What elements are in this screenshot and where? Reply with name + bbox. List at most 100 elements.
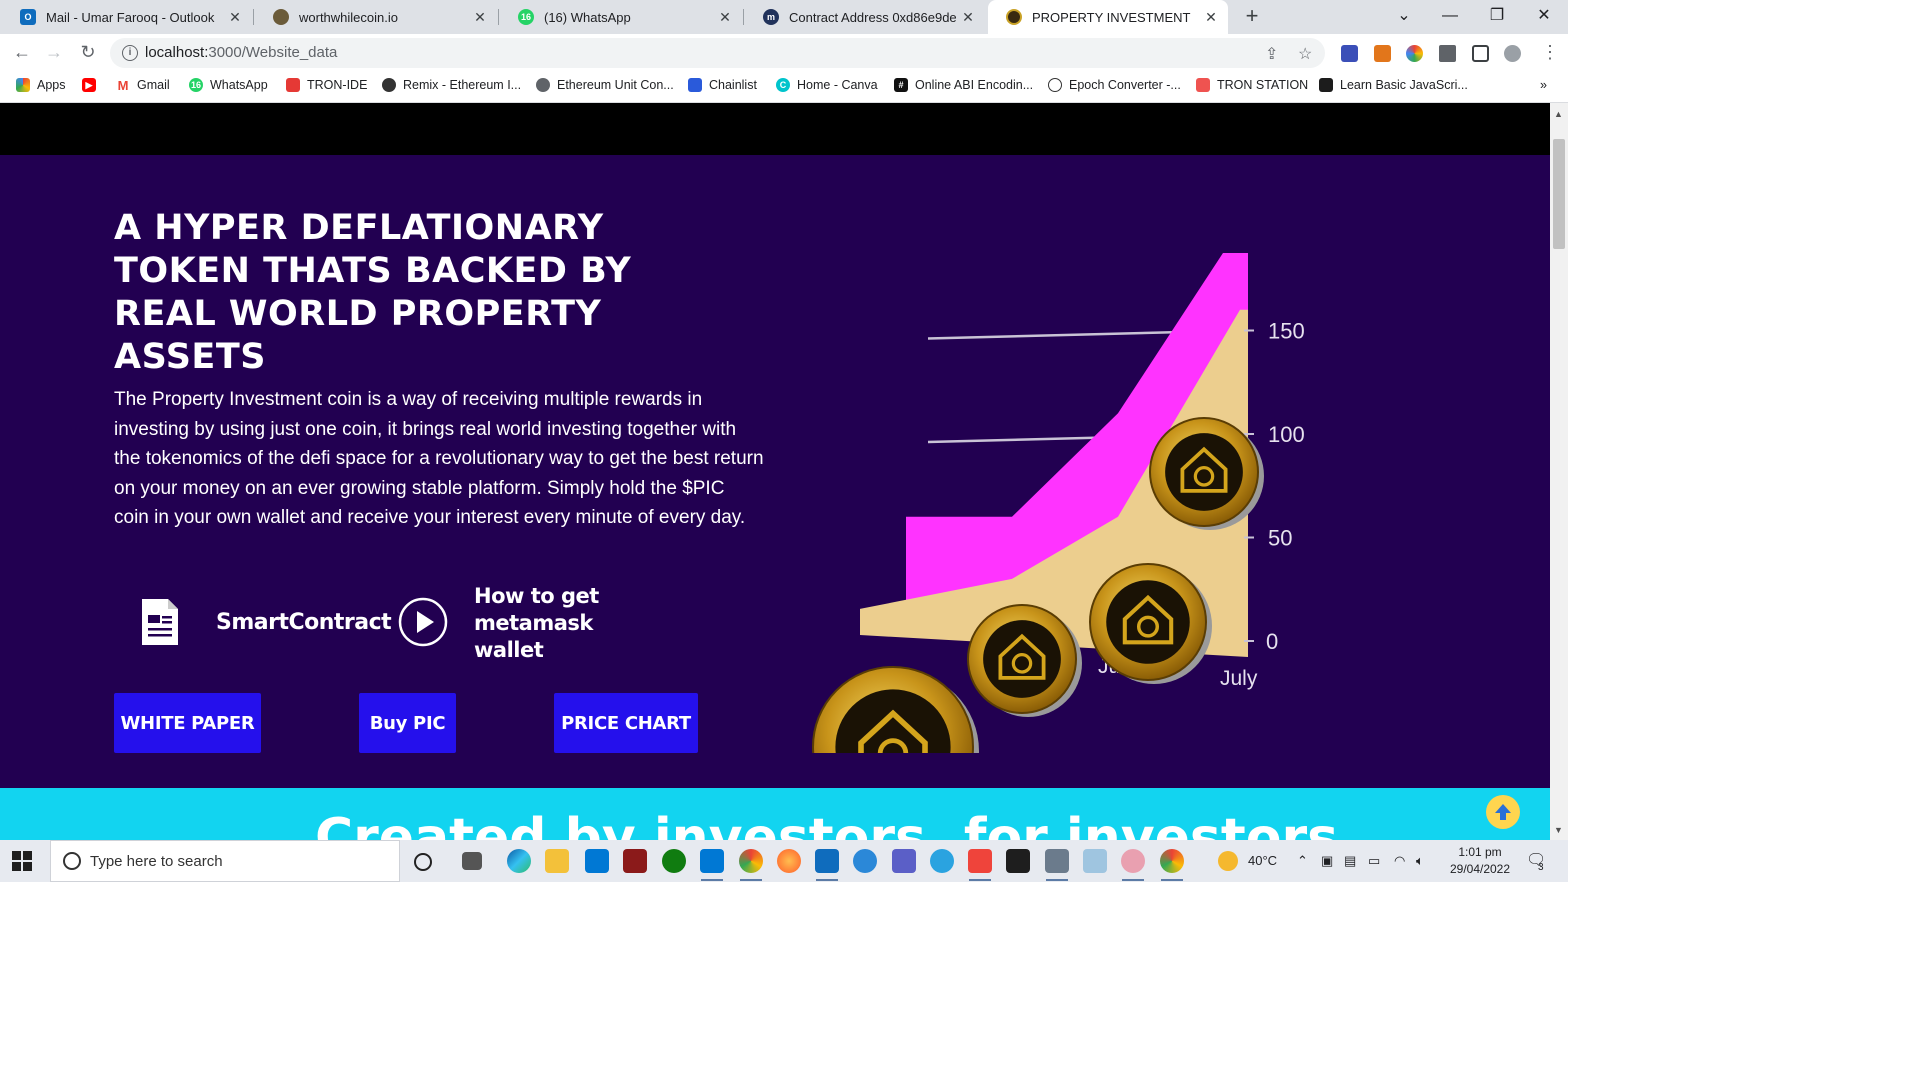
browser-toolbar: ← → ↻ i localhost:3000/Website_data ⇪ ☆ … — [0, 34, 1568, 72]
snipping-tool-icon[interactable] — [1121, 849, 1145, 873]
bookmark-gmail[interactable]: M Gmail — [116, 78, 170, 93]
bookmark-apps[interactable]: Apps — [16, 78, 66, 92]
menu-kebab-icon[interactable]: ⋮ — [1541, 42, 1559, 63]
chrome-icon[interactable] — [739, 849, 763, 873]
bookmark-label: TRON STATION — [1217, 78, 1309, 92]
bookmarks-overflow-chevron[interactable]: » — [1540, 78, 1547, 92]
close-window-button[interactable]: ✕ — [1524, 2, 1564, 30]
tab-worthwhilecoin[interactable]: worthwhilecoin.io ✕ — [255, 0, 497, 34]
url-host: localhost: — [145, 44, 209, 61]
page-scrollbar[interactable]: ▲ ▼ — [1550, 103, 1568, 840]
coin-icon — [1006, 9, 1022, 25]
bookmark-star-icon[interactable]: ☆ — [1298, 44, 1312, 64]
xbox-icon[interactable] — [662, 849, 686, 873]
mail-icon[interactable] — [585, 849, 609, 873]
share-icon[interactable]: ⇪ — [1265, 44, 1278, 64]
close-icon[interactable]: ✕ — [224, 9, 246, 26]
device-icon[interactable]: ▣ — [1321, 853, 1333, 869]
bookmark-tron-station[interactable]: TRON STATION — [1196, 78, 1308, 92]
tab-contract-address[interactable]: m Contract Address 0xd86e9de864 ✕ — [745, 0, 985, 34]
bookmark-remix[interactable]: Remix - Ethereum I... — [382, 78, 521, 92]
edge-icon[interactable] — [507, 849, 531, 873]
smartcontract-link[interactable]: SmartContract — [216, 610, 392, 635]
extensions-puzzle-icon[interactable] — [1439, 45, 1456, 62]
game-app-icon[interactable] — [623, 849, 647, 873]
bookmark-canva[interactable]: C Home - Canva — [776, 78, 878, 92]
extension-icon[interactable] — [1341, 45, 1358, 62]
address-bar[interactable]: i localhost:3000/Website_data ⇪ ☆ — [110, 38, 1325, 68]
settings-gear-icon[interactable] — [853, 849, 877, 873]
close-icon[interactable]: ✕ — [957, 9, 979, 26]
taskbar-clock[interactable]: 1:01 pm 29/04/2022 — [1438, 844, 1522, 878]
scroll-down-arrow-icon[interactable]: ▼ — [1554, 825, 1563, 835]
terminal-icon[interactable] — [1006, 849, 1030, 873]
minimize-button[interactable]: — — [1430, 2, 1470, 30]
bookmark-eth-unit[interactable]: Ethereum Unit Con... — [536, 78, 674, 92]
taskbar-search-box[interactable]: Type here to search — [50, 840, 400, 882]
new-tab-button[interactable]: + — [1240, 3, 1264, 29]
metamask-guide-link[interactable]: How to get metamask wallet — [474, 583, 634, 664]
chrome-profile-icon[interactable] — [1160, 849, 1184, 873]
y-tick-label: 0 — [1266, 629, 1278, 654]
tab-whatsapp[interactable]: 16 (16) WhatsApp ✕ — [500, 0, 742, 34]
tab-outlook[interactable]: O Mail - Umar Farooq - Outlook ✕ — [2, 0, 252, 34]
file-explorer-icon[interactable] — [545, 849, 569, 873]
tab-separator — [253, 9, 254, 25]
side-panel-icon[interactable] — [1472, 45, 1489, 62]
tab-search-chevron-icon[interactable]: ⌄ — [1384, 2, 1424, 30]
bookmark-tron-ide[interactable]: TRON-IDE — [286, 78, 367, 92]
close-icon[interactable]: ✕ — [1200, 9, 1222, 26]
remix-icon — [382, 78, 396, 92]
notepad-icon[interactable] — [1083, 849, 1107, 873]
chevron-up-icon[interactable]: ⌃ — [1297, 853, 1308, 869]
firefox-icon[interactable] — [777, 849, 801, 873]
volume-icon[interactable]: 🔈︎ — [1416, 853, 1424, 869]
back-arrow-icon[interactable]: ← — [10, 42, 34, 63]
weather-temperature[interactable]: 40°C — [1248, 853, 1277, 868]
bookmarks-bar: Apps ▶ M Gmail 16 WhatsApp TRON-IDE Remix … — [0, 72, 1568, 103]
color-wheel-icon[interactable] — [1406, 45, 1423, 62]
bookmark-label: TRON-IDE — [307, 78, 368, 92]
tab-property-investment[interactable]: PROPERTY INVESTMENT ✕ — [988, 0, 1228, 34]
coin-face — [983, 620, 1061, 698]
screen-icon[interactable]: ▤ — [1344, 853, 1356, 869]
restore-button[interactable]: ❐ — [1477, 2, 1517, 30]
battery-icon[interactable]: ▭ — [1368, 853, 1380, 869]
windows-start-icon[interactable] — [12, 851, 32, 871]
tron-icon — [286, 78, 300, 92]
price-chart-button[interactable]: PRICE CHART — [554, 693, 698, 753]
profile-avatar[interactable] — [1504, 45, 1521, 62]
bookmark-whatsapp[interactable]: 16 WhatsApp — [189, 78, 268, 92]
wifi-icon[interactable]: ◠ — [1394, 853, 1405, 869]
weather-icon[interactable] — [1218, 851, 1238, 871]
anydesk-icon[interactable] — [968, 849, 992, 873]
info-icon[interactable]: i — [122, 45, 138, 61]
reload-icon[interactable]: ↻ — [76, 42, 100, 63]
scroll-up-arrow-icon[interactable]: ▲ — [1554, 109, 1563, 119]
cortana-icon[interactable] — [414, 853, 432, 871]
running-indicator — [1122, 879, 1144, 881]
document-icon[interactable] — [140, 597, 180, 647]
bookmark-epoch[interactable]: Epoch Converter -... — [1048, 78, 1181, 92]
play-icon[interactable] — [398, 597, 448, 647]
scroll-to-top-button[interactable] — [1486, 795, 1520, 829]
teams-icon[interactable] — [892, 849, 916, 873]
bookmark-learn-js[interactable]: Learn Basic JavaScri... — [1319, 78, 1468, 92]
bookmark-youtube[interactable]: ▶ — [82, 78, 103, 92]
outlook-icon[interactable] — [815, 849, 839, 873]
bookmark-abi-encoder[interactable]: # Online ABI Encodin... — [894, 78, 1033, 92]
forward-arrow-icon[interactable]: → — [42, 42, 66, 63]
site-navbar — [0, 103, 1550, 155]
url-text[interactable]: localhost:3000/Website_data — [145, 44, 337, 61]
close-icon[interactable]: ✕ — [714, 9, 736, 26]
telegram-icon[interactable] — [930, 849, 954, 873]
white-paper-button[interactable]: WHITE PAPER — [114, 693, 261, 753]
vscode-icon[interactable] — [700, 849, 724, 873]
calculator-icon[interactable] — [1045, 849, 1069, 873]
task-view-icon[interactable] — [462, 852, 482, 870]
close-icon[interactable]: ✕ — [469, 9, 491, 26]
metamask-fox-icon[interactable] — [1374, 45, 1391, 62]
bookmark-chainlist[interactable]: Chainlist — [688, 78, 757, 92]
buy-pic-button[interactable]: Buy PIC — [359, 693, 456, 753]
scrollbar-thumb[interactable] — [1553, 139, 1565, 249]
